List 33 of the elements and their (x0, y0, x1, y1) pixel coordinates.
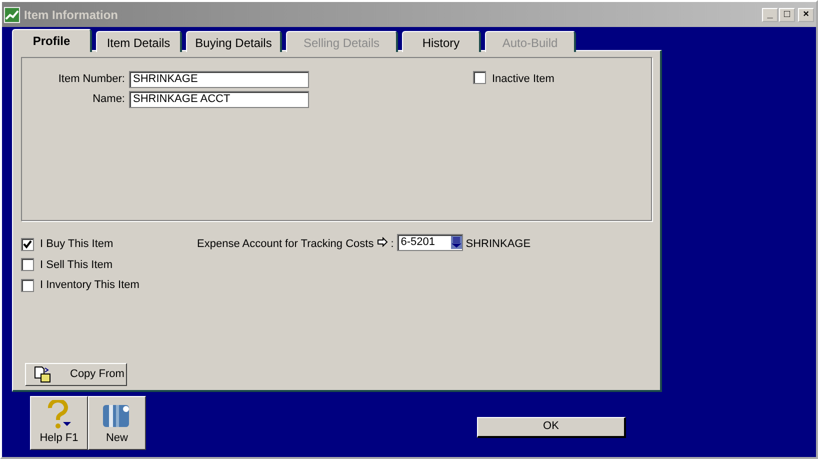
app-icon (4, 6, 20, 22)
tab[interactable]: Item Details (96, 31, 182, 52)
help-button[interactable]: Help F1 (30, 396, 88, 450)
help-icon (46, 400, 72, 430)
checkbox-label: Inactive Item (492, 72, 554, 87)
new-button[interactable]: New (88, 396, 146, 450)
input-field[interactable]: SHRINKAGE ACCT (129, 91, 309, 108)
field-label: Item Number: (57, 72, 126, 88)
checkbox[interactable] (21, 278, 34, 292)
checkbox-label: I Inventory This Item (40, 278, 140, 293)
copy-from-button[interactable]: Copy From (25, 363, 127, 386)
field-label: Expense Account for Tracking Costs (197, 237, 374, 252)
checkbox-label: I Sell This Item (40, 258, 113, 272)
checkbox[interactable] (21, 238, 34, 251)
checkbox[interactable] (21, 258, 34, 272)
lookup-icon[interactable] (450, 236, 462, 249)
input-field[interactable]: SHRINKAGE (129, 71, 309, 88)
colon-label: : (390, 237, 394, 252)
tab[interactable]: Profile (12, 29, 92, 52)
window-title: Item Information (24, 6, 120, 24)
input-field[interactable]: 6-5201 (396, 234, 463, 251)
checkbox-label: I Buy This Item (40, 237, 114, 252)
maximize-button[interactable]: □ (779, 8, 795, 22)
close-button[interactable]: × (798, 8, 814, 22)
arrow-icon (376, 236, 388, 247)
ok-button[interactable]: OK (477, 416, 626, 438)
minimize-button[interactable]: _ (762, 8, 778, 22)
account-name: SHRINKAGE (466, 237, 531, 252)
tab[interactable]: Buying Details (186, 31, 282, 52)
checkbox[interactable] (473, 71, 486, 84)
field-label: Name: (92, 92, 126, 108)
tab[interactable]: History (402, 31, 481, 52)
copy-icon (34, 366, 52, 383)
